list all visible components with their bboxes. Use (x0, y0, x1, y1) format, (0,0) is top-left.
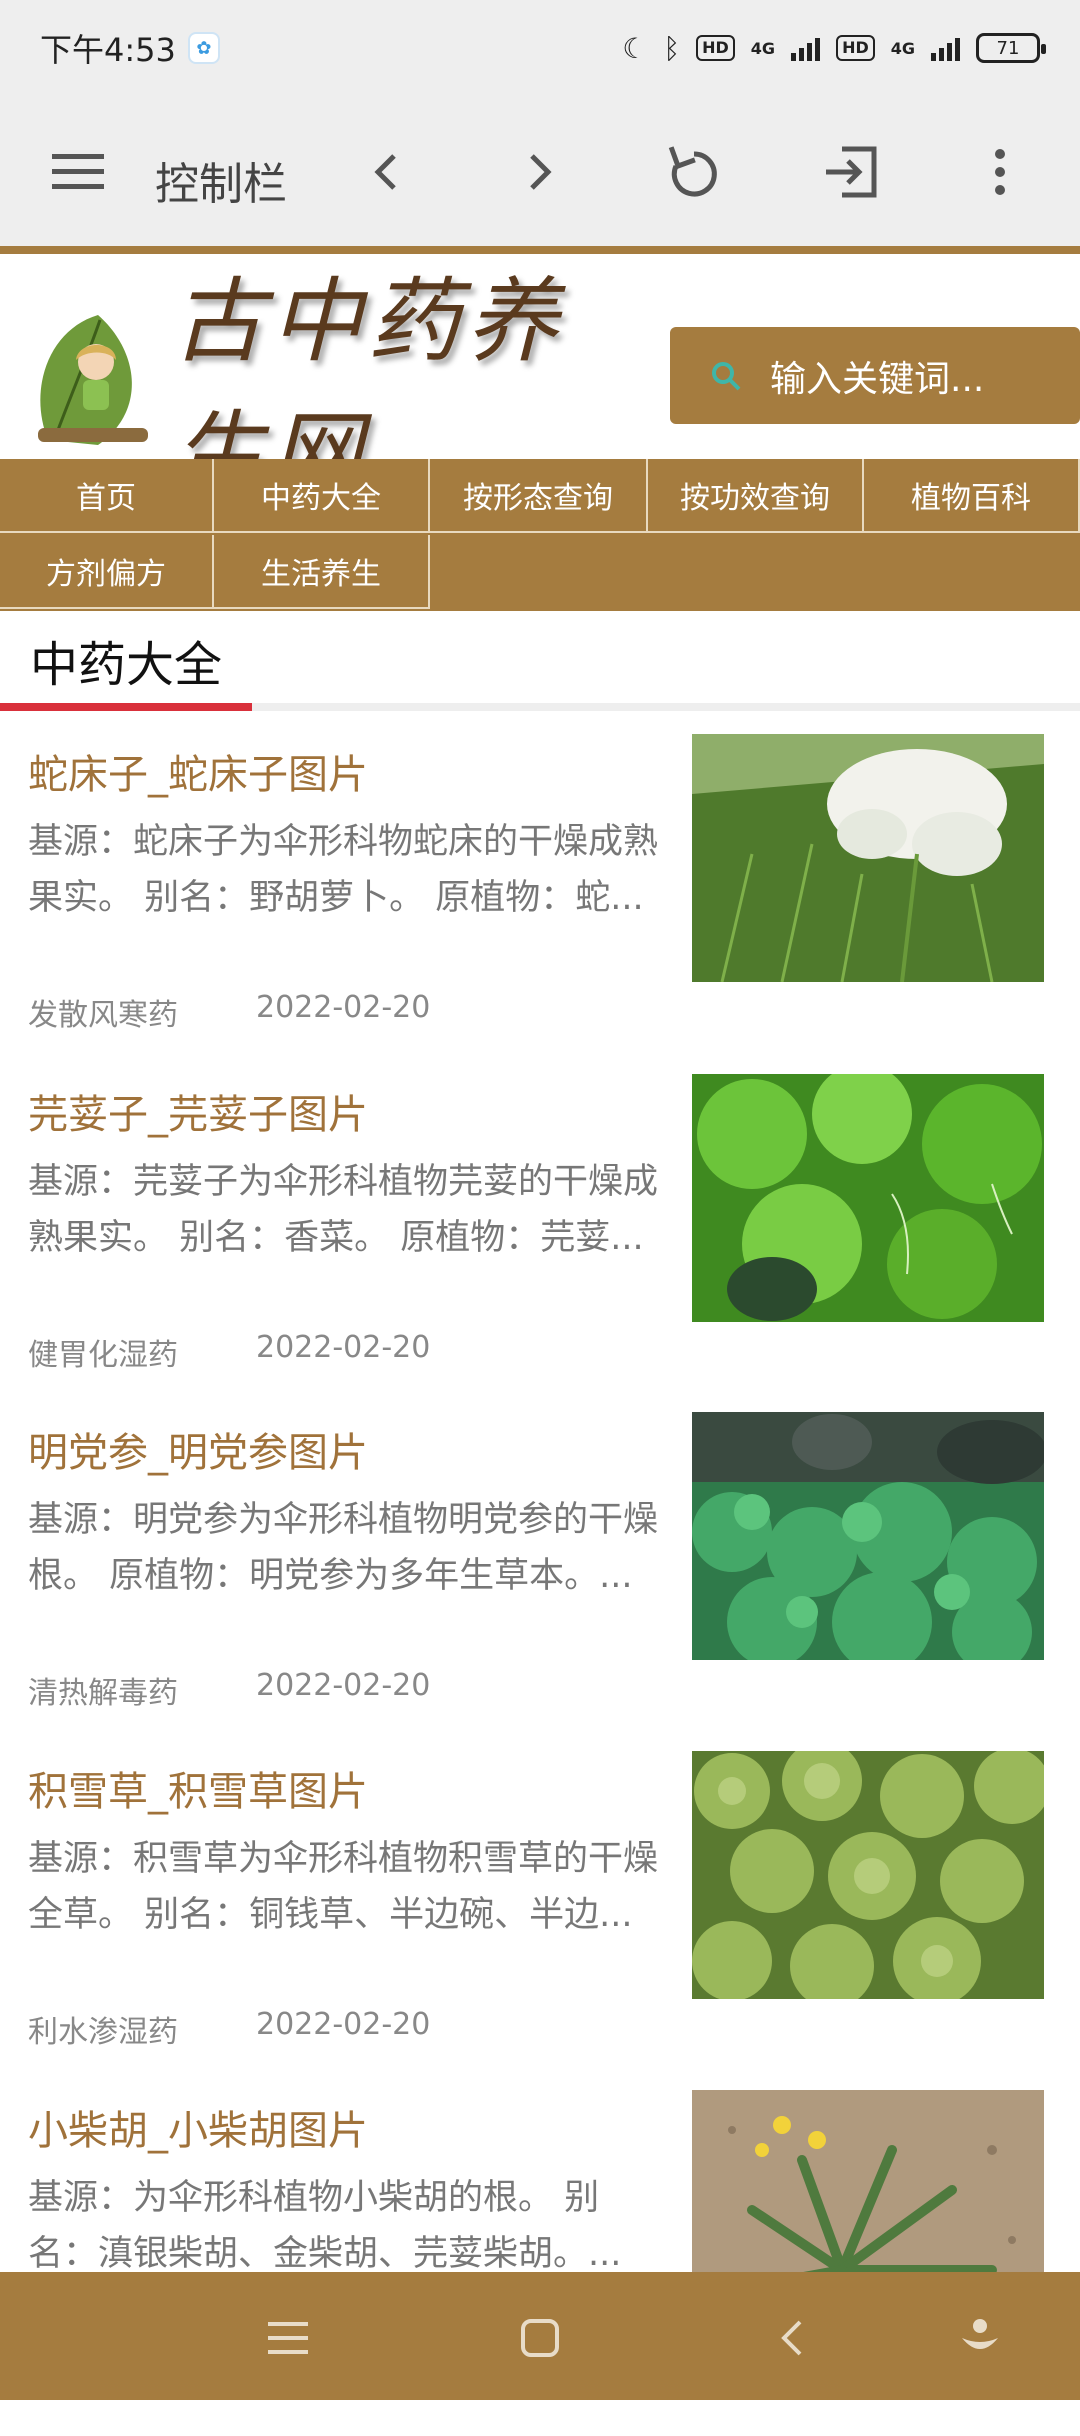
system-navigation-bar (0, 2272, 1080, 2400)
signal-icon-2 (931, 35, 960, 61)
search-icon (712, 361, 741, 390)
article-description: 基源：芫荽子为伞形科植物芫荽的干燥成熟果实。 别名：香菜。 原植物：芫荽... (28, 1162, 659, 1258)
article-thumbnail[interactable] (692, 1412, 1044, 1660)
bluetooth-icon: ᛒ (663, 31, 681, 65)
article-item[interactable]: 积雪草_积雪草图片 基源：积雪草为伞形科植物积雪草的干燥全草。 别名：铜钱草、半… (0, 1751, 1080, 2097)
article-meta: 健胃化湿药 2022-02-20 (28, 1330, 430, 1374)
hd-badge-1: HD (696, 35, 735, 61)
article-category[interactable]: 清热解毒药 (28, 1668, 178, 1712)
refresh-button[interactable] (662, 140, 726, 204)
article-title[interactable]: 积雪草_积雪草图片 (28, 1759, 368, 1817)
article-item[interactable]: 芫荽子_芫荽子图片 基源：芫荽子为伞形科植物芫荽的干燥成熟果实。 别名：香菜。 … (0, 1074, 1080, 1420)
article-thumbnail[interactable] (692, 1074, 1044, 1322)
article-description: 基源：蛇床子为伞形科物蛇床的干燥成熟果实。 别名：野胡萝卜。 原植物：蛇... (28, 822, 659, 918)
article-description: 基源：为伞形科植物小柴胡的根。 别名：滇银柴胡、金柴胡、芫荽柴胡。... (28, 2178, 622, 2274)
article-category[interactable]: 利水渗湿药 (28, 2007, 178, 2051)
menu-button[interactable] (48, 140, 108, 204)
recent-apps-icon (268, 2322, 308, 2354)
home-button[interactable] (508, 2306, 572, 2370)
forward-chevron-icon (530, 154, 552, 190)
status-time: 下午4:53 (40, 31, 176, 69)
network-type-1: 4G (750, 38, 776, 58)
main-nav: 首页 中药大全 按形态查询 按功效查询 植物百科 方剂偏方 生活养生 (0, 459, 1080, 611)
logo-leaf-figure-icon (28, 310, 158, 450)
nav-item-home[interactable]: 首页 (0, 459, 214, 533)
nav-item-health-living[interactable]: 生活养生 (214, 535, 430, 609)
article-date: 2022-02-20 (256, 1330, 431, 1365)
nav-item-herbs[interactable]: 中药大全 (214, 459, 430, 533)
nav-item-by-shape[interactable]: 按形态查询 (430, 459, 648, 533)
menu-icon (52, 154, 104, 189)
nav-item-prescriptions[interactable]: 方剂偏方 (0, 535, 214, 609)
article-meta: 发散风寒药 2022-02-20 (28, 990, 430, 1034)
article-title[interactable]: 芫荽子_芫荽子图片 (28, 1082, 368, 1140)
nav-item-by-effect[interactable]: 按功效查询 (648, 459, 864, 533)
more-options-button[interactable] (980, 140, 1020, 204)
network-type-2: 4G (890, 38, 915, 58)
back-chevron-icon (374, 154, 396, 190)
article-thumbnail[interactable] (692, 1751, 1044, 1999)
battery-level: 71 (996, 37, 1020, 59)
more-vertical-icon (995, 149, 1005, 195)
article-date: 2022-02-20 (256, 2007, 431, 2042)
site-header: 古中药养生网 输入关键词... (0, 254, 1080, 508)
recent-apps-button[interactable] (256, 2306, 320, 2370)
hd-badge-2: HD (836, 35, 875, 61)
article-title[interactable]: 明党参_明党参图片 (28, 1420, 368, 1478)
article-item[interactable]: 蛇床子_蛇床子图片 基源：蛇床子为伞形科物蛇床的干燥成熟果实。 别名：野胡萝卜。… (0, 734, 1080, 1080)
status-bar: 下午4:53 ✿ ☾ ᛒ HD 4G HD 4G 71 (0, 0, 1080, 96)
home-icon (521, 2319, 559, 2357)
article-date: 2022-02-20 (256, 1668, 431, 1703)
forward-button[interactable] (510, 140, 570, 204)
assistant-button[interactable] (948, 2306, 1012, 2370)
status-icons: ☾ ᛒ HD 4G HD 4G 71 (622, 31, 1046, 65)
nav-item-plant-wiki[interactable]: 植物百科 (864, 459, 1080, 533)
do-not-disturb-icon: ☾ (622, 31, 648, 65)
article-date: 2022-02-20 (256, 990, 431, 1025)
back-nav-button[interactable] (760, 2306, 824, 2370)
exit-button[interactable] (818, 140, 882, 204)
signal-icon-1 (791, 35, 821, 61)
browser-control-bar: 控制栏 (0, 96, 1080, 248)
article-meta: 清热解毒药 2022-02-20 (28, 1668, 430, 1712)
site-logo[interactable]: 古中药养生网 (28, 268, 648, 508)
app-notification-icon: ✿ (187, 32, 220, 64)
refresh-icon (668, 146, 717, 197)
article-thumbnail[interactable] (692, 734, 1044, 982)
search-box[interactable]: 输入关键词... (670, 327, 1080, 424)
article-title[interactable]: 小柴胡_小柴胡图片 (28, 2098, 368, 2156)
search-placeholder: 输入关键词... (770, 358, 985, 400)
back-nav-icon (781, 2320, 802, 2356)
article-description: 基源：明党参为伞形科植物明党参的干燥根。 原植物：明党参为多年生草本。... (28, 1500, 659, 1596)
section-title: 中药大全 (30, 637, 223, 693)
article-title[interactable]: 蛇床子_蛇床子图片 (28, 742, 368, 800)
battery-icon: 71 (976, 33, 1046, 63)
control-bar-title: 控制栏 (155, 159, 287, 210)
section-active-underline (0, 703, 252, 711)
assistant-icon (962, 2319, 998, 2349)
article-category[interactable]: 健胃化湿药 (28, 1330, 178, 1374)
article-meta: 利水渗湿药 2022-02-20 (28, 2007, 430, 2051)
article-category[interactable]: 发散风寒药 (28, 990, 178, 1034)
article-item[interactable]: 明党参_明党参图片 基源：明党参为伞形科植物明党参的干燥根。 原植物：明党参为多… (0, 1412, 1080, 1758)
article-description: 基源：积雪草为伞形科植物积雪草的干燥全草。 别名：铜钱草、半边碗、半边... (28, 1839, 659, 1935)
back-button[interactable] (356, 140, 416, 204)
exit-icon (826, 146, 877, 198)
